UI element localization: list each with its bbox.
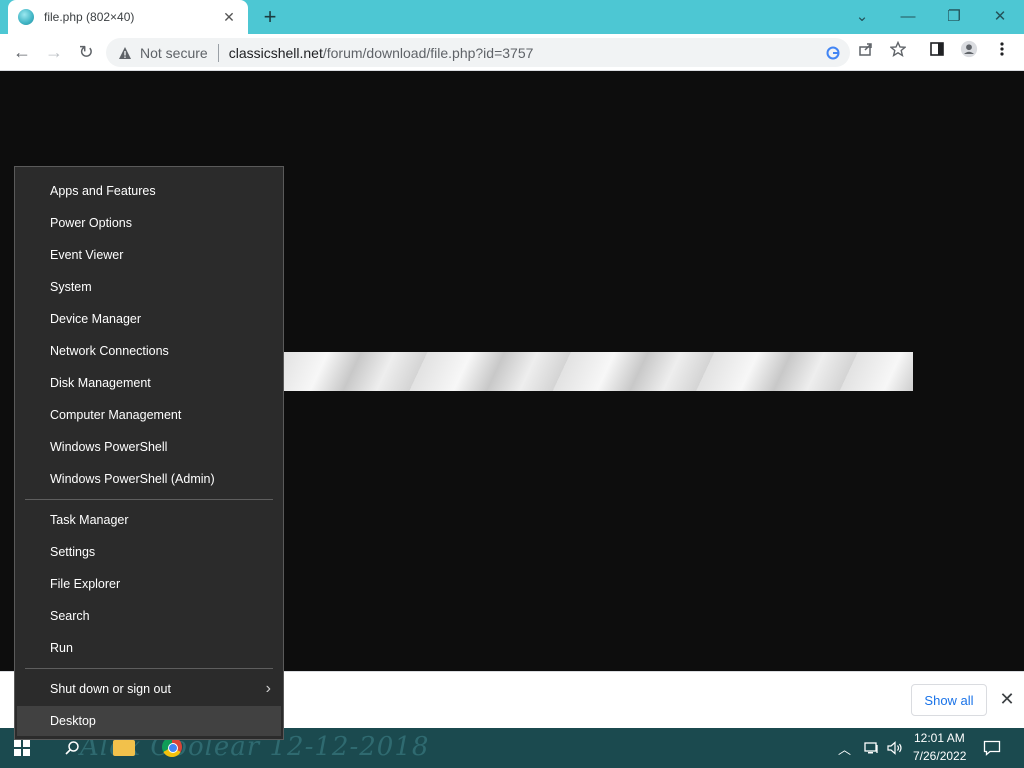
menu-item-search[interactable]: Search bbox=[17, 601, 281, 631]
screen: file.php (802×40) ✕ + ⌄ — ❐ ✕ ← → ↻ Not … bbox=[0, 0, 1024, 768]
google-icon[interactable] bbox=[824, 44, 842, 62]
menu-item-apps-and-features[interactable]: Apps and Features bbox=[17, 176, 281, 206]
browser-toolbar: ← → ↻ Not secure classicshell.net/forum/… bbox=[0, 34, 1024, 71]
address-bar[interactable]: Not secure classicshell.net/forum/downlo… bbox=[106, 38, 850, 67]
menu-item-windows-powershell-admin[interactable]: Windows PowerShell (Admin) bbox=[17, 464, 281, 494]
menu-item-device-manager[interactable]: Device Manager bbox=[17, 304, 281, 334]
forward-button[interactable]: → bbox=[41, 39, 67, 65]
tab-strip: file.php (802×40) ✕ + ⌄ — ❐ ✕ bbox=[0, 0, 1024, 34]
back-button[interactable]: ← bbox=[9, 39, 35, 65]
tab-title: file.php (802×40) bbox=[44, 10, 135, 24]
menu-separator bbox=[25, 499, 273, 500]
loaded-image bbox=[284, 352, 913, 391]
profile-icon[interactable] bbox=[960, 40, 978, 58]
globe-favicon-icon bbox=[18, 9, 34, 25]
minimize-icon[interactable]: — bbox=[885, 0, 931, 32]
menu-item-run[interactable]: Run bbox=[17, 633, 281, 663]
volume-icon[interactable] bbox=[883, 736, 907, 760]
new-tab-button[interactable]: + bbox=[258, 4, 282, 29]
download-bar-close-icon[interactable]: ✕ bbox=[996, 688, 1018, 710]
menu-item-system[interactable]: System bbox=[17, 272, 281, 302]
not-secure-label[interactable]: Not secure bbox=[140, 45, 208, 61]
star-icon[interactable] bbox=[889, 40, 907, 58]
menu-item-label: Shut down or sign out bbox=[50, 682, 171, 696]
browser-tab[interactable]: file.php (802×40) ✕ bbox=[8, 0, 248, 34]
tab-search-chevron-icon[interactable]: ⌄ bbox=[839, 0, 885, 32]
url-path: /forum/download/file.php?id=3757 bbox=[322, 44, 534, 61]
share-icon[interactable] bbox=[857, 40, 875, 58]
menu-item-computer-management[interactable]: Computer Management bbox=[17, 400, 281, 430]
menu-separator bbox=[25, 668, 273, 669]
clock-time[interactable]: 12:01 AM bbox=[914, 731, 965, 745]
omnibox-divider bbox=[217, 43, 219, 62]
tray-chevron-icon[interactable]: ︿ bbox=[838, 739, 851, 758]
start-windows-icon[interactable] bbox=[14, 740, 30, 756]
chrome-menu-icon[interactable] bbox=[993, 40, 1011, 58]
chrome-taskbar-icon[interactable] bbox=[162, 737, 182, 757]
tab-close-icon[interactable]: ✕ bbox=[220, 8, 238, 26]
warning-icon[interactable] bbox=[118, 46, 132, 60]
menu-item-windows-powershell[interactable]: Windows PowerShell bbox=[17, 432, 281, 462]
menu-item-task-manager[interactable]: Task Manager bbox=[17, 505, 281, 535]
file-explorer-taskbar-icon[interactable] bbox=[113, 740, 135, 756]
winx-context-menu: Apps and Features Power Options Event Vi… bbox=[14, 166, 284, 740]
show-all-button[interactable]: Show all bbox=[911, 684, 987, 716]
reload-button[interactable]: ↻ bbox=[73, 39, 99, 65]
menu-item-event-viewer[interactable]: Event Viewer bbox=[17, 240, 281, 270]
menu-item-file-explorer[interactable]: File Explorer bbox=[17, 569, 281, 599]
menu-item-power-options[interactable]: Power Options bbox=[17, 208, 281, 238]
window-close-icon[interactable]: ✕ bbox=[977, 0, 1023, 32]
menu-item-network-connections[interactable]: Network Connections bbox=[17, 336, 281, 366]
url-host: classicshell.net bbox=[228, 44, 323, 61]
submenu-arrow-icon: › bbox=[265, 680, 271, 697]
menu-item-settings[interactable]: Settings bbox=[17, 537, 281, 567]
side-panel-icon[interactable] bbox=[928, 40, 946, 58]
restore-icon[interactable]: ❐ bbox=[931, 0, 977, 32]
menu-item-shut-down-or-sign-out[interactable]: Shut down or sign out › bbox=[17, 674, 281, 704]
network-icon[interactable] bbox=[860, 736, 884, 760]
clock-date[interactable]: 7/26/2022 bbox=[913, 749, 966, 763]
url-text[interactable]: classicshell.net/forum/download/file.php… bbox=[229, 45, 534, 61]
menu-item-desktop[interactable]: Desktop bbox=[17, 706, 281, 736]
menu-item-disk-management[interactable]: Disk Management bbox=[17, 368, 281, 398]
notifications-icon[interactable] bbox=[980, 736, 1004, 760]
